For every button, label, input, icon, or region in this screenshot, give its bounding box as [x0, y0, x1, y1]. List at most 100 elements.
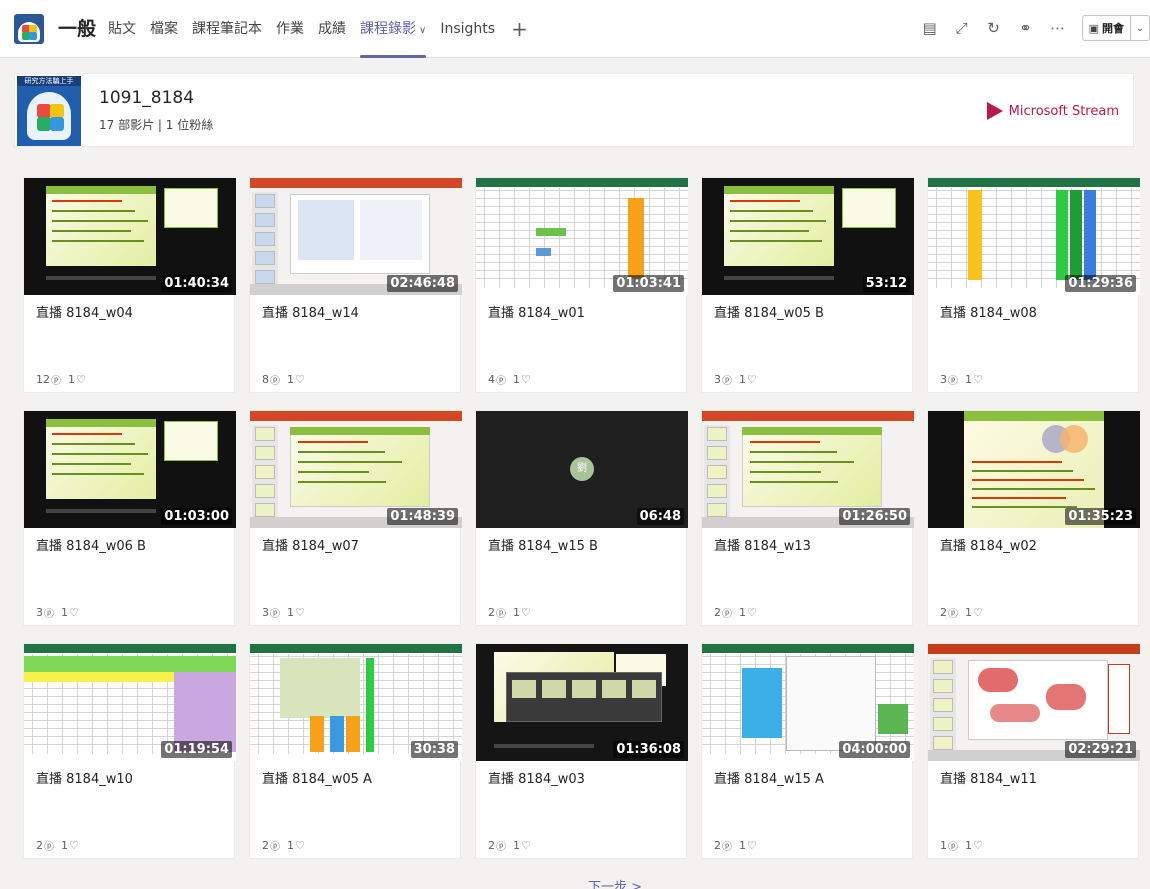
video-title[interactable]: 直播 8184_w05 B — [714, 302, 824, 321]
video-thumbnail-image[interactable]: 01:35:23 — [928, 411, 1140, 528]
next-page-link[interactable]: 下一步 > — [588, 876, 642, 889]
stream-logo-icon — [986, 102, 1003, 120]
heart-icon[interactable]: ♡ — [521, 606, 531, 619]
team-logo[interactable] — [14, 14, 44, 44]
video-title[interactable]: 直播 8184_w02 — [940, 535, 1037, 554]
conversation-icon[interactable]: ▤ — [916, 14, 944, 42]
video-title[interactable]: 直播 8184_w07 — [262, 535, 359, 554]
add-tab-button[interactable]: + — [511, 0, 528, 58]
video-card[interactable]: 01:03:41 直播 8184_w01 4 ⓟ 1 ♡ — [475, 177, 688, 393]
like-count: 1 — [739, 373, 746, 386]
tab-item[interactable]: 課程筆記本 — [192, 0, 262, 58]
tab-item[interactable]: 貼文 — [108, 0, 136, 58]
video-thumbnail-image[interactable]: 01:03:41 — [476, 178, 688, 295]
video-card[interactable]: 01:29:36 直播 8184_w08 3 ⓟ 1 ♡ — [927, 177, 1140, 393]
video-card[interactable]: 01:19:54 直播 8184_w10 2 ⓟ 1 ♡ — [23, 643, 236, 859]
video-thumbnail-image[interactable]: 02:29:21 — [928, 644, 1140, 761]
more-icon[interactable]: ⋯ — [1044, 14, 1072, 42]
heart-icon[interactable]: ♡ — [747, 373, 757, 386]
video-title[interactable]: 直播 8184_w08 — [940, 302, 1037, 321]
video-title[interactable]: 直播 8184_w04 — [36, 302, 133, 321]
video-title[interactable]: 直播 8184_w15 A — [714, 768, 824, 787]
heart-icon[interactable]: ♡ — [295, 373, 305, 386]
video-thumbnail-image[interactable]: 01:36:08 — [476, 644, 688, 761]
video-card[interactable]: 01:48:39 直播 8184_w07 3 ⓟ 1 ♡ — [249, 410, 462, 626]
tab-item[interactable]: Insights — [440, 0, 495, 58]
video-title[interactable]: 直播 8184_w10 — [36, 768, 133, 787]
video-card[interactable]: 04:00:00 直播 8184_w15 A 2 ⓟ 1 ♡ — [701, 643, 914, 859]
video-title[interactable]: 直播 8184_w05 A — [262, 768, 372, 787]
video-card[interactable]: 01:40:34 直播 8184_w04 12 ⓟ 1 ♡ — [23, 177, 236, 393]
video-thumbnail-image[interactable]: 53:12 — [702, 178, 914, 295]
video-thumbnail-image[interactable]: 01:29:36 — [928, 178, 1140, 295]
video-thumbnail-image[interactable]: 01:48:39 — [250, 411, 462, 528]
like-count: 1 — [965, 373, 972, 386]
heart-icon[interactable]: ♡ — [69, 606, 79, 619]
tab-item[interactable]: 課程錄影 ∨ — [360, 0, 427, 58]
heart-icon[interactable]: ♡ — [76, 373, 86, 386]
video-thumbnail-image[interactable]: 04:00:00 — [702, 644, 914, 761]
video-stats: 3 ⓟ 1 ♡ — [714, 372, 757, 387]
video-card[interactable]: 01:26:50 直播 8184_w13 2 ⓟ 1 ♡ — [701, 410, 914, 626]
heart-icon[interactable]: ♡ — [973, 839, 983, 852]
video-card[interactable]: 02:46:48 直播 8184_w14 8 ⓟ 1 ♡ — [249, 177, 462, 393]
view-count: 2 — [940, 606, 947, 619]
chevron-down-icon[interactable]: ⌄ — [1131, 23, 1149, 34]
video-card[interactable]: 02:29:21 直播 8184_w11 1 ⓟ 1 ♡ — [927, 643, 1140, 859]
heart-icon[interactable]: ♡ — [973, 373, 983, 386]
globe-icon[interactable]: ⚭ — [1012, 14, 1040, 42]
refresh-icon[interactable]: ↻ — [980, 14, 1008, 42]
video-card[interactable]: 01:03:00 直播 8184_w06 B 3 ⓟ 1 ♡ — [23, 410, 236, 626]
video-card[interactable]: 53:12 直播 8184_w05 B 3 ⓟ 1 ♡ — [701, 177, 914, 393]
video-title[interactable]: 直播 8184_w14 — [262, 302, 359, 321]
tab-item[interactable]: 檔案 — [150, 0, 178, 58]
meet-button[interactable]: ▣ 開會 ⌄ — [1081, 15, 1150, 41]
play-count-icon: ⓟ — [948, 376, 958, 387]
video-card[interactable]: 劉 06:48 直播 8184_w15 B 2 ⓟ 1 ♡ — [475, 410, 688, 626]
video-thumbnail-image[interactable]: 01:19:54 — [24, 644, 236, 761]
video-thumbnail-image[interactable]: 02:46:48 — [250, 178, 462, 295]
video-title[interactable]: 直播 8184_w13 — [714, 535, 811, 554]
video-card[interactable]: 01:35:23 直播 8184_w02 2 ⓟ 1 ♡ — [927, 410, 1140, 626]
video-stats: 12 ⓟ 1 ♡ — [36, 372, 86, 387]
tab-item[interactable]: 作業 — [276, 0, 304, 58]
play-count-icon: ⓟ — [948, 609, 958, 620]
video-title[interactable]: 直播 8184_w15 B — [488, 535, 598, 554]
play-count-icon: ⓟ — [496, 376, 506, 387]
heart-icon[interactable]: ♡ — [521, 839, 531, 852]
expand-icon[interactable]: ⤢ — [948, 14, 976, 42]
view-count: 3 — [714, 373, 721, 386]
video-card[interactable]: 30:38 直播 8184_w05 A 2 ⓟ 1 ♡ — [249, 643, 462, 859]
heart-icon[interactable]: ♡ — [521, 373, 531, 386]
video-title[interactable]: 直播 8184_w01 — [488, 302, 585, 321]
video-title[interactable]: 直播 8184_w11 — [940, 768, 1037, 787]
video-card[interactable]: 01:36:08 直播 8184_w03 2 ⓟ 1 ♡ — [475, 643, 688, 859]
video-thumbnail-image[interactable]: 01:03:00 — [24, 411, 236, 528]
video-thumbnail-image[interactable]: 01:40:34 — [24, 178, 236, 295]
course-header: 研究方法騙上手 1091_8184 17 部影片 | 1 位粉絲 Microso… — [14, 73, 1134, 147]
heart-icon[interactable]: ♡ — [69, 839, 79, 852]
presenter-avatar: 劉 — [570, 457, 594, 481]
camera-icon: ▣ — [1088, 21, 1099, 35]
video-duration: 01:19:54 — [161, 741, 232, 758]
tab-item[interactable]: 成績 — [318, 0, 346, 58]
heart-icon[interactable]: ♡ — [973, 606, 983, 619]
video-thumbnail-image[interactable]: 劉 06:48 — [476, 411, 688, 528]
video-thumbnail-image[interactable]: 01:26:50 — [702, 411, 914, 528]
video-title[interactable]: 直播 8184_w03 — [488, 768, 585, 787]
like-count: 1 — [287, 606, 294, 619]
view-count: 2 — [714, 839, 721, 852]
video-thumbnail-image[interactable]: 30:38 — [250, 644, 462, 761]
meet-label: 開會 — [1102, 22, 1124, 35]
video-duration: 01:40:34 — [161, 275, 232, 292]
chevron-down-icon[interactable]: ∨ — [419, 25, 426, 36]
heart-icon[interactable]: ♡ — [747, 839, 757, 852]
tab-label: 課程錄影 — [360, 21, 416, 37]
heart-icon[interactable]: ♡ — [747, 606, 757, 619]
video-title[interactable]: 直播 8184_w06 B — [36, 535, 146, 554]
video-stats: 1 ⓟ 1 ♡ — [940, 838, 983, 853]
like-count: 1 — [965, 839, 972, 852]
heart-icon[interactable]: ♡ — [295, 839, 305, 852]
heart-icon[interactable]: ♡ — [295, 606, 305, 619]
stream-brand[interactable]: Microsoft Stream — [986, 102, 1119, 120]
